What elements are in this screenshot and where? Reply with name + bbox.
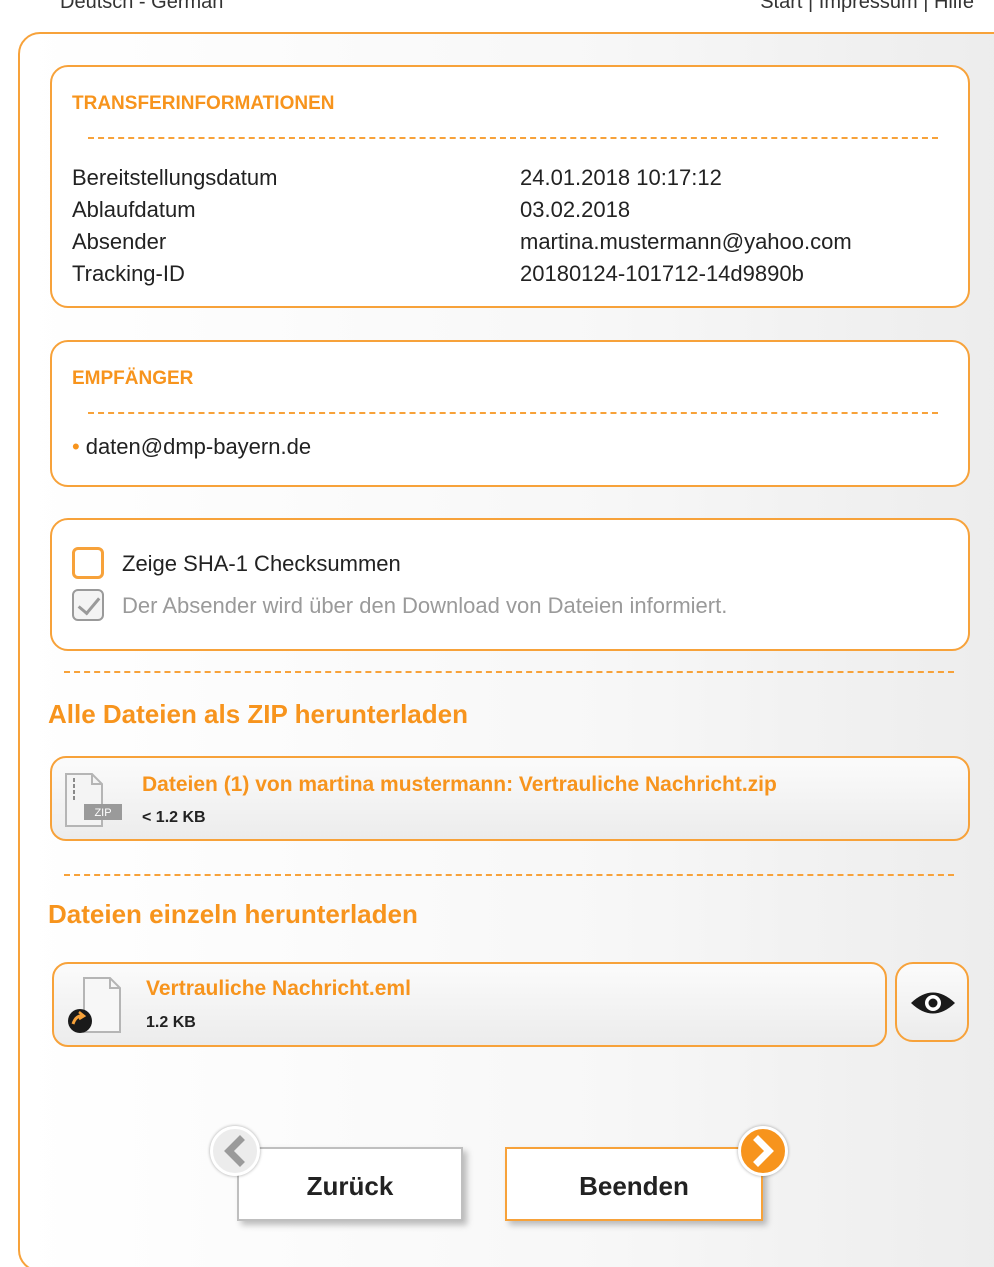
zip-section-heading: Alle Dateien als ZIP herunterladen <box>48 699 468 729</box>
chevron-left-icon[interactable] <box>210 1126 260 1176</box>
sha1-label[interactable]: Zeige SHA-1 Checksummen <box>122 551 401 577</box>
chevron-right-icon[interactable] <box>738 1126 788 1176</box>
label-sender: Absender <box>72 229 167 254</box>
bullet-icon: • <box>72 434 80 459</box>
label-tracking-id: Tracking-ID <box>72 261 185 286</box>
section-divider <box>64 874 954 876</box>
recipient-item: • daten@dmp-bayern.de <box>72 434 311 460</box>
single-file-size: 1.2 KB <box>146 1014 196 1031</box>
eye-icon <box>911 992 955 1014</box>
transfer-info-box: TRANSFERINFORMATIONEN Bereitstellungsdat… <box>50 65 970 308</box>
single-section-heading: Dateien einzeln herunterladen <box>48 899 418 929</box>
label-expiry-date: Ablaufdatum <box>72 197 196 222</box>
finish-button[interactable]: Beenden <box>505 1147 763 1221</box>
value-provision-date: 24.01.2018 10:17:12 <box>520 165 722 190</box>
notify-checkbox <box>72 589 104 621</box>
language-selector[interactable]: Deutsch - German <box>60 0 223 14</box>
single-file-row[interactable]: Vertrauliche Nachricht.eml 1.2 KB <box>52 962 887 1047</box>
zip-icon-text: ZIP <box>94 807 111 819</box>
value-sender: martina.mustermann@yahoo.com <box>520 229 852 254</box>
notify-label: Der Absender wird über den Download von … <box>122 593 728 618</box>
divider <box>88 412 938 414</box>
zip-file-size: < 1.2 KB <box>142 809 206 826</box>
sha1-checkbox[interactable] <box>72 547 104 579</box>
top-links[interactable]: Start | Impressum | Hilfe <box>760 0 974 14</box>
back-button[interactable]: Zurück <box>237 1147 463 1221</box>
divider <box>88 137 938 139</box>
value-tracking-id: 20180124-101712-14d9890b <box>520 261 804 286</box>
section-divider <box>64 671 954 673</box>
zip-file-icon: ZIP <box>65 773 122 827</box>
transfer-info-title: TRANSFERINFORMATIONEN <box>72 93 335 114</box>
recipient-email: daten@dmp-bayern.de <box>85 434 312 459</box>
label-provision-date: Bereitstellungsdatum <box>72 165 278 190</box>
zip-file-row[interactable]: ZIP Dateien (1) von martina mustermann: … <box>50 756 970 841</box>
email-file-icon <box>68 977 121 1033</box>
options-box: Zeige SHA-1 Checksummen Der Absender wir… <box>50 518 970 651</box>
back-label: Zurück <box>306 1171 394 1201</box>
preview-button[interactable] <box>895 962 969 1042</box>
value-expiry-date: 03.02.2018 <box>520 197 631 222</box>
finish-label: Beenden <box>579 1171 689 1201</box>
recipients-title: EMPFÄNGER <box>72 368 194 389</box>
single-file-name[interactable]: Vertrauliche Nachricht.eml <box>146 977 411 1001</box>
recipients-box: EMPFÄNGER • daten@dmp-bayern.de <box>50 340 970 487</box>
top-bar: Deutsch - German Start | Impressum | Hil… <box>0 0 994 22</box>
zip-file-name[interactable]: Dateien (1) von martina mustermann: Vert… <box>142 773 777 797</box>
